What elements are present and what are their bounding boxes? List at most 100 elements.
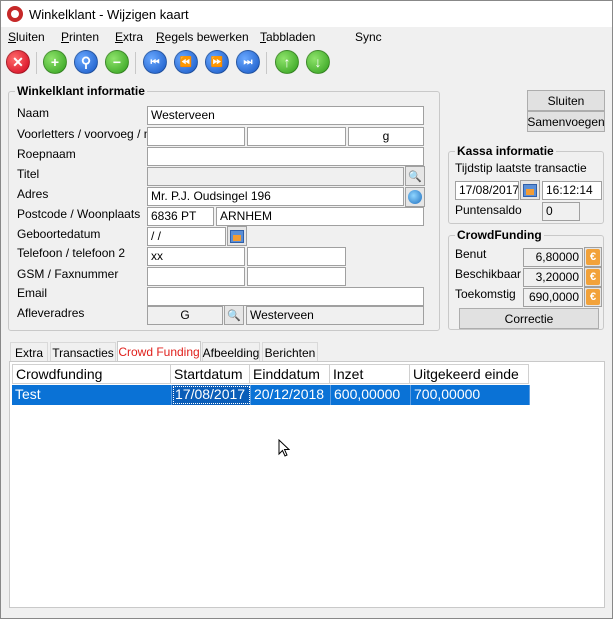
kassa-info-title: Kassa informatie <box>455 144 556 158</box>
menu-mnemonic: E <box>115 30 124 44</box>
column-header-crowdfunding[interactable]: Crowdfunding <box>12 364 171 384</box>
toekomstig-field: 690,0000 <box>523 288 583 307</box>
tab-transacties[interactable]: Transacties <box>50 342 116 362</box>
remove-button[interactable]: − <box>105 50 129 74</box>
close-red-button[interactable]: ✕ <box>6 50 30 74</box>
voorletters-label: Voorletters / voorvoeg / nr <box>17 127 155 141</box>
toekomstig-label: Toekomstig <box>455 287 516 301</box>
cell-inzet[interactable]: 600,00000 <box>331 385 411 405</box>
geboortedatum-field[interactable]: / / <box>147 227 226 246</box>
adres-field[interactable]: Mr. P.J. Oudsingel 196 <box>147 187 404 206</box>
menu-mnemonic: R <box>156 30 165 44</box>
transactie-datum-field[interactable]: 17/08/2017 <box>455 181 519 200</box>
euro-icon: € <box>586 269 600 285</box>
toekomstig-euro-button[interactable]: € <box>584 287 602 307</box>
column-header-inzet[interactable]: Inzet <box>330 364 410 384</box>
calendar-icon <box>523 183 537 197</box>
titel-lookup-button[interactable] <box>405 166 425 186</box>
grid-header: Crowdfunding Startdatum Einddatum Inzet … <box>12 364 529 384</box>
toolbar-separator <box>135 52 136 74</box>
previous-record-button[interactable]: ⏪ <box>174 50 198 74</box>
naam-field[interactable]: Westerveen <box>147 106 424 125</box>
afleveradres-label: Afleveradres <box>17 306 85 320</box>
email-field[interactable] <box>147 287 424 306</box>
app-logo-icon <box>7 6 23 22</box>
tab-berichten[interactable]: Berichten <box>262 342 318 362</box>
menu-mnemonic: P <box>61 30 70 44</box>
last-record-button[interactable]: ⏭ <box>236 50 260 74</box>
telefoon-field[interactable]: xx <box>147 247 245 266</box>
title-bar: Winkelklant - Wijzigen kaart <box>1 1 612 27</box>
crowd-funding-panel: Crowdfunding Startdatum Einddatum Inzet … <box>9 361 605 608</box>
sluiten-button[interactable]: Sluiten <box>527 90 605 111</box>
next-record-button[interactable]: ⏩ <box>205 50 229 74</box>
cell-crowdfunding[interactable]: Test <box>12 385 172 405</box>
voorletters-field[interactable] <box>147 127 245 146</box>
telefoon-label: Telefoon / telefoon 2 <box>17 246 126 260</box>
column-header-uitgekeerd-einde[interactable]: Uitgekeerd einde <box>410 364 529 384</box>
tijdstip-label: Tijdstip laatste transactie <box>455 161 587 175</box>
transactie-tijd-field[interactable]: 16:12:14 <box>542 181 602 200</box>
minus-icon: − <box>112 54 122 70</box>
gsm-field[interactable] <box>147 267 245 286</box>
search-icon <box>227 309 241 322</box>
menu-label-rest: luiten <box>16 30 45 44</box>
plus-icon: + <box>50 54 60 70</box>
window: Winkelklant - Wijzigen kaart Sluiten Pri… <box>0 0 613 619</box>
search-button[interactable]: ⚲ <box>74 50 98 74</box>
correctie-button[interactable]: Correctie <box>459 308 599 329</box>
menu-sync[interactable]: Sync <box>355 30 382 44</box>
menu-tabbladen[interactable]: Tabbladen <box>260 30 315 44</box>
add-button[interactable]: + <box>43 50 67 74</box>
move-down-button[interactable]: ↓ <box>306 50 330 74</box>
menu-bar: Sluiten Printen Extra Regels bewerken Ta… <box>1 28 612 46</box>
column-header-startdatum[interactable]: Startdatum <box>171 364 250 384</box>
column-header-einddatum[interactable]: Einddatum <box>250 364 330 384</box>
transactie-calendar-button[interactable] <box>520 180 540 200</box>
naam-label: Naam <box>17 106 50 120</box>
toolbar: ✕ + ⚲ − ⏮ ⏪ ⏩ ⏭ ↑ ↓ <box>1 48 612 76</box>
tab-crowd-funding[interactable]: Crowd Funding <box>117 341 201 362</box>
menu-sluiten[interactable]: Sluiten <box>8 30 45 44</box>
afleveradres-code-field[interactable]: G <box>147 306 223 325</box>
globe-icon <box>408 190 422 204</box>
menu-printen[interactable]: Printen <box>61 30 99 44</box>
tab-extra[interactable]: Extra <box>10 342 48 362</box>
titel-field[interactable] <box>147 167 404 186</box>
tab-afbeelding[interactable]: Afbeelding <box>202 342 260 362</box>
cell-einddatum[interactable]: 20/12/2018 <box>251 385 331 405</box>
toolbar-separator <box>266 52 267 74</box>
benut-field: 6,80000 <box>523 248 583 267</box>
afleveradres-naam-field[interactable]: Westerveen <box>246 306 424 325</box>
table-row[interactable]: Test 17/08/2017 20/12/2018 600,00000 700… <box>12 385 530 405</box>
cell-startdatum[interactable]: 17/08/2017 <box>172 385 251 405</box>
move-up-button[interactable]: ↑ <box>275 50 299 74</box>
huisnummer-field[interactable]: g <box>348 127 424 146</box>
gsm-label: GSM / Faxnummer <box>17 267 119 281</box>
search-icon <box>408 170 422 183</box>
menu-regels-bewerken[interactable]: Regels bewerken <box>156 30 249 44</box>
voorvoegsel-field[interactable] <box>247 127 346 146</box>
skip-last-icon: ⏭ <box>243 56 253 68</box>
benut-label: Benut <box>455 247 487 261</box>
samenvoegen-button[interactable]: Samenvoegen <box>527 111 605 132</box>
cell-uitgekeerd-einde[interactable]: 700,00000 <box>411 385 530 405</box>
afleveradres-lookup-button[interactable] <box>224 305 244 325</box>
menu-label-rest: egels bewerken <box>164 30 249 44</box>
crowdfunding-title: CrowdFunding <box>455 228 544 242</box>
first-record-button[interactable]: ⏮ <box>143 50 167 74</box>
beschikbaar-label: Beschikbaar <box>455 267 522 281</box>
woonplaats-field[interactable]: ARNHEM <box>216 207 424 226</box>
beschikbaar-euro-button[interactable]: € <box>584 267 602 287</box>
geboortedatum-calendar-button[interactable] <box>227 226 247 246</box>
benut-euro-button[interactable]: € <box>584 247 602 267</box>
roepnaam-field[interactable] <box>147 147 424 166</box>
menu-extra[interactable]: Extra <box>115 30 143 44</box>
adres-map-button[interactable] <box>405 187 425 207</box>
telefoon2-field[interactable] <box>247 247 346 266</box>
customer-info-title: Winkelklant informatie <box>15 84 147 98</box>
roepnaam-label: Roepnaam <box>17 147 76 161</box>
fax-field[interactable] <box>247 267 346 286</box>
rewind-icon: ⏪ <box>179 56 193 68</box>
postcode-field[interactable]: 6836 PT <box>147 207 214 226</box>
